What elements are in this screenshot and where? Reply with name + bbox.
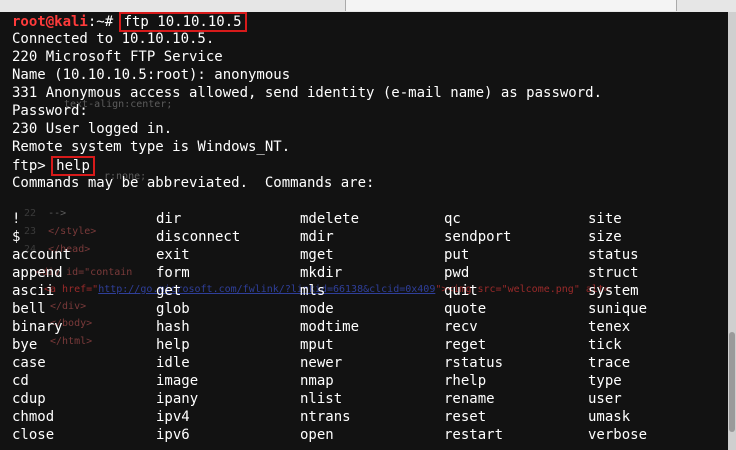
ftp-command: image <box>156 373 199 389</box>
ftp-command: site <box>588 211 622 227</box>
ftp-command: trace <box>588 355 631 371</box>
ftp-command: cd <box>12 373 29 389</box>
output-line: 331 Anonymous access allowed, send ident… <box>12 85 603 101</box>
ftp-command: ntrans <box>300 409 351 425</box>
ftp-command: nlist <box>300 391 343 407</box>
ftp-command: mdir <box>300 229 334 245</box>
command-row: cdup ipany nlist rename user <box>12 390 728 408</box>
output-line: Password: <box>12 103 88 119</box>
prompt-path: :~# <box>87 14 122 30</box>
command-row: account exit mget put status <box>12 246 728 264</box>
ftp-command-list: ! dir mdelete qc site $ disconnect mdir sendport… <box>12 210 728 444</box>
ftp-command: reget <box>444 337 487 353</box>
output-line: Remote system type is Windows_NT. <box>12 139 291 155</box>
ftp-command: form <box>156 265 190 281</box>
ftp-command: help <box>156 337 190 353</box>
ftp-command: type <box>588 373 622 389</box>
ftp-command: mkdir <box>300 265 343 281</box>
ftp-command: ! <box>12 211 21 227</box>
ftp-command: ascii <box>12 283 55 299</box>
highlighted-command-help: help <box>51 156 95 176</box>
ftp-command: glob <box>156 301 190 317</box>
ftp-command: recv <box>444 319 478 335</box>
command-row: bell glob mode quote sunique <box>12 300 728 318</box>
ftp-command: hash <box>156 319 190 335</box>
ftp-command: struct <box>588 265 639 281</box>
ftp-command: mget <box>300 247 334 263</box>
command-row: ! dir mdelete qc site <box>12 210 728 228</box>
command-row: $ disconnect mdir sendport size <box>12 228 728 246</box>
prompt-user-host: root@kali <box>12 14 88 30</box>
highlighted-command-ftp: ftp 10.10.10.5 <box>118 12 247 32</box>
ftp-command: open <box>300 427 334 443</box>
ftp-command: bye <box>12 337 38 353</box>
ftp-command: append <box>12 265 63 281</box>
ftp-command: umask <box>588 409 631 425</box>
ftp-prompt: ftp> <box>12 158 55 174</box>
help-header: Commands may be abbreviated. Commands ar… <box>12 175 375 191</box>
ftp-command: tenex <box>588 319 631 335</box>
ftp-command: user <box>588 391 622 407</box>
ftp-command: tick <box>588 337 622 353</box>
ftp-command: dir <box>156 211 182 227</box>
ftp-command: bell <box>12 301 46 317</box>
ftp-command: mode <box>300 301 334 317</box>
ftp-command: binary <box>12 319 63 335</box>
ftp-command: idle <box>156 355 190 371</box>
ftp-command: exit <box>156 247 190 263</box>
command-row: chmod ipv4 ntrans reset umask <box>12 408 728 426</box>
ftp-command: status <box>588 247 639 263</box>
ftp-command: account <box>12 247 72 263</box>
output-line: 220 Microsoft FTP Service <box>12 49 223 65</box>
ftp-command: rstatus <box>444 355 504 371</box>
ftp-command: newer <box>300 355 343 371</box>
ftp-command: quote <box>444 301 487 317</box>
command-row: cd image nmap rhelp type <box>12 372 728 390</box>
ftp-command: restart <box>444 427 504 443</box>
command-row: bye help mput reget tick <box>12 336 728 354</box>
terminal-window[interactable]: text-align:center; r:none; 22 --> 23 </s… <box>0 12 728 450</box>
ftp-command: reset <box>444 409 487 425</box>
ftp-command: mput <box>300 337 334 353</box>
command-row: binary hash modtime recv tenex <box>12 318 728 336</box>
command-row: case idle newer rstatus trace <box>12 354 728 372</box>
ftp-command: disconnect <box>156 229 241 245</box>
shell-prompt-line: root@kali:~# ftp 10.10.10.5 <box>12 12 728 32</box>
ftp-command: close <box>12 427 55 443</box>
output-line: Connected to 10.10.10.5. <box>12 31 215 47</box>
editor-tab[interactable] <box>345 0 677 11</box>
ftp-command: pwd <box>444 265 470 281</box>
ftp-command: case <box>12 355 46 371</box>
ftp-command: sendport <box>444 229 512 245</box>
ftp-command: sunique <box>588 301 648 317</box>
command-row: ascii get mls quit system <box>12 282 728 300</box>
ftp-command: verbose <box>588 427 648 443</box>
ftp-command: modtime <box>300 319 360 335</box>
ftp-command: mdelete <box>300 211 360 227</box>
output-line: Name (10.10.10.5:root): anonymous <box>12 67 291 83</box>
command-row: close ipv6 open restart verbose <box>12 426 728 444</box>
ftp-command: rhelp <box>444 373 487 389</box>
ftp-command: system <box>588 283 639 299</box>
ftp-command: rename <box>444 391 495 407</box>
terminal-output: root@kali:~# ftp 10.10.10.5 Connected to… <box>12 12 728 192</box>
ftp-command: $ <box>12 229 21 245</box>
ftp-command: quit <box>444 283 478 299</box>
ftp-command: qc <box>444 211 461 227</box>
ftp-command: get <box>156 283 182 299</box>
command-row: append form mkdir pwd struct <box>12 264 728 282</box>
ftp-command: size <box>588 229 622 245</box>
ftp-command: ipv4 <box>156 409 190 425</box>
scrollbar-thumb[interactable] <box>729 332 735 432</box>
ftp-command: mls <box>300 283 326 299</box>
ftp-command: chmod <box>12 409 55 425</box>
ftp-command: cdup <box>12 391 46 407</box>
ftp-command: ipany <box>156 391 199 407</box>
terminal-scrollbar[interactable] <box>728 12 736 450</box>
ftp-command: nmap <box>300 373 334 389</box>
ftp-command: ipv6 <box>156 427 190 443</box>
output-line: 230 User logged in. <box>12 121 173 137</box>
ftp-command: put <box>444 247 470 263</box>
ftp-prompt-line: ftp> help <box>12 156 728 176</box>
